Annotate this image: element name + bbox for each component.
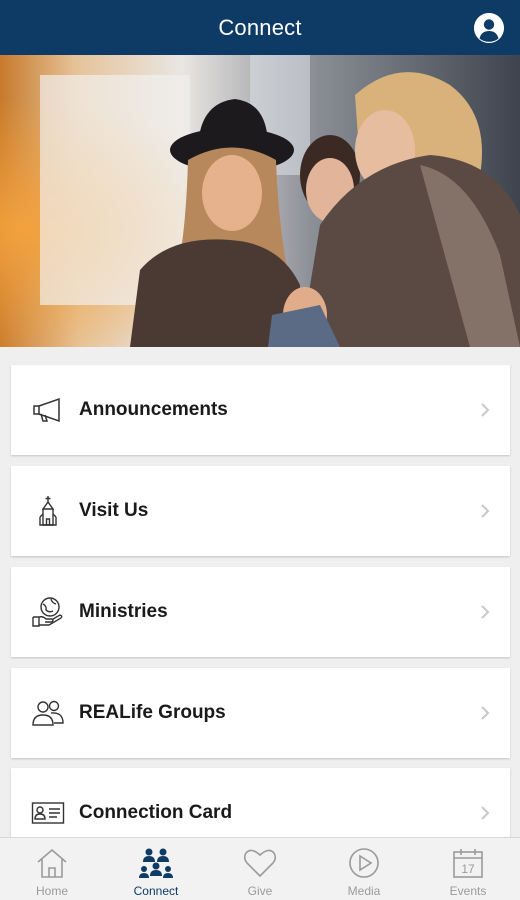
tab-connect[interactable]: Connect xyxy=(104,838,208,900)
menu-item-announcements[interactable]: Announcements xyxy=(11,365,510,455)
tab-label: Media xyxy=(347,884,381,898)
calendar-icon: 17 xyxy=(450,846,486,880)
tab-label: Home xyxy=(35,884,68,898)
menu-item-connection-card[interactable]: Connection Card xyxy=(11,768,510,837)
page-title: Connect xyxy=(218,14,302,40)
chevron-right-icon xyxy=(481,403,490,417)
tab-give[interactable]: Give xyxy=(208,838,312,900)
tab-label: Give xyxy=(247,884,273,898)
tab-home[interactable]: Home xyxy=(0,838,104,900)
connect-people-icon xyxy=(138,846,174,880)
menu-item-visit-us[interactable]: Visit Us xyxy=(11,466,510,556)
id-card-icon xyxy=(31,796,65,830)
hero-image xyxy=(0,55,520,347)
chevron-right-icon xyxy=(481,706,490,720)
user-icon xyxy=(474,13,504,43)
bottom-tab-bar: Home Connect Give Media 17 Events xyxy=(0,837,520,900)
tab-events[interactable]: 17 Events xyxy=(416,838,520,900)
church-icon xyxy=(31,494,65,528)
chevron-right-icon xyxy=(481,605,490,619)
menu-item-label: Connection Card xyxy=(79,802,233,823)
chevron-right-icon xyxy=(481,504,490,518)
globe-hand-icon xyxy=(31,595,65,629)
tab-label: Connect xyxy=(133,884,179,898)
tab-media[interactable]: Media xyxy=(312,838,416,900)
profile-button[interactable] xyxy=(474,13,504,43)
menu-item-label: REALife Groups xyxy=(79,702,226,723)
chevron-right-icon xyxy=(481,806,490,820)
heart-icon xyxy=(242,846,278,880)
play-icon xyxy=(346,846,382,880)
menu-item-realife-groups[interactable]: REALife Groups xyxy=(11,668,510,758)
megaphone-icon xyxy=(31,393,65,427)
menu-item-ministries[interactable]: Ministries xyxy=(11,567,510,657)
menu-item-label: Ministries xyxy=(79,601,168,622)
connect-menu: Announcements Visit Us Ministries REALif… xyxy=(0,347,520,837)
calendar-day-number: 17 xyxy=(461,862,475,876)
tab-label: Events xyxy=(449,884,487,898)
app-header: Connect xyxy=(0,0,520,55)
home-icon xyxy=(34,846,70,880)
menu-item-label: Announcements xyxy=(79,399,228,420)
menu-item-label: Visit Us xyxy=(79,500,149,521)
people-icon xyxy=(31,696,65,730)
